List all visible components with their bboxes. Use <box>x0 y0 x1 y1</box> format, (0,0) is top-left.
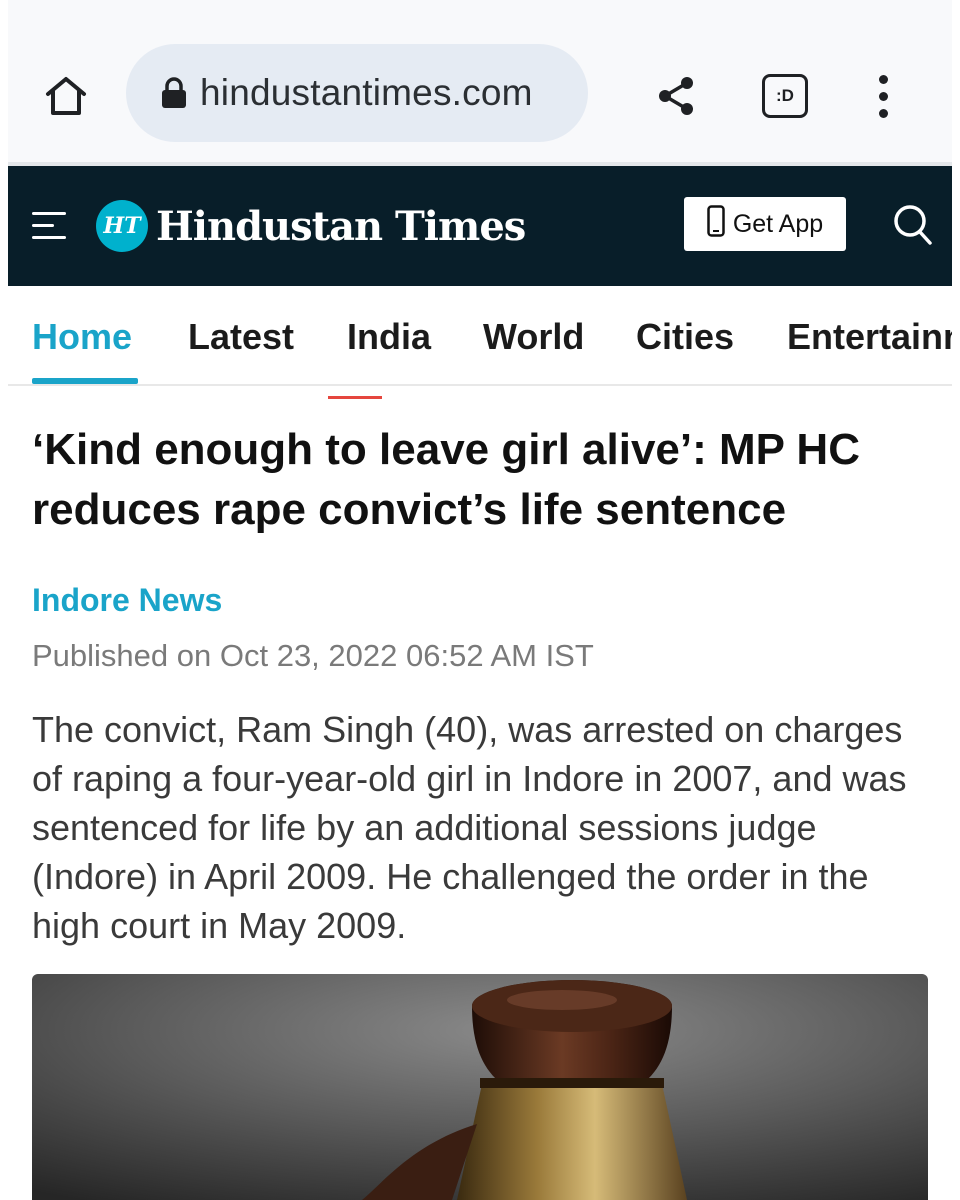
get-app-label: Get App <box>732 209 824 238</box>
tab-switcher-button[interactable]: :D <box>762 74 808 118</box>
hamburger-icon[interactable] <box>32 210 72 242</box>
url-text: hindustantimes.com <box>200 72 533 113</box>
published-date: Published on Oct 23, 2022 06:52 AM IST <box>32 638 594 673</box>
nav-item-india[interactable]: India <box>347 316 431 358</box>
section-nav: Home Latest India World Cities Entertain… <box>8 286 952 384</box>
search-icon[interactable] <box>888 201 936 249</box>
home-icon[interactable] <box>40 70 92 122</box>
nav-item-latest[interactable]: Latest <box>188 316 294 358</box>
more-vert-icon[interactable] <box>866 70 900 122</box>
nav-item-entertainment[interactable]: Entertainm <box>787 316 952 358</box>
site-logo[interactable]: HT Hindustan Times <box>96 196 526 256</box>
share-icon[interactable] <box>650 70 702 122</box>
article-headline: ‘Kind enough to leave girl alive’: MP HC… <box>32 425 860 534</box>
accent-dash <box>328 396 382 399</box>
lock-icon <box>160 76 188 110</box>
address-bar[interactable]: hindustantimes.com <box>126 44 588 142</box>
nav-item-world[interactable]: World <box>483 316 584 358</box>
hero-image-gavel <box>32 974 928 1200</box>
section-link[interactable]: Indore News <box>32 582 222 619</box>
logo-badge: HT <box>96 200 148 252</box>
site-header: HT Hindustan Times Get App <box>8 166 952 286</box>
nav-divider <box>8 384 952 386</box>
nav-item-home[interactable]: Home <box>32 316 132 358</box>
get-app-button[interactable]: Get App <box>684 197 846 251</box>
phone-icon <box>707 204 725 244</box>
nav-item-cities[interactable]: Cities <box>636 316 734 358</box>
article-summary: The convict, Ram Singh (40), was arreste… <box>32 709 907 946</box>
logo-name: Hindustan Times <box>156 202 526 250</box>
